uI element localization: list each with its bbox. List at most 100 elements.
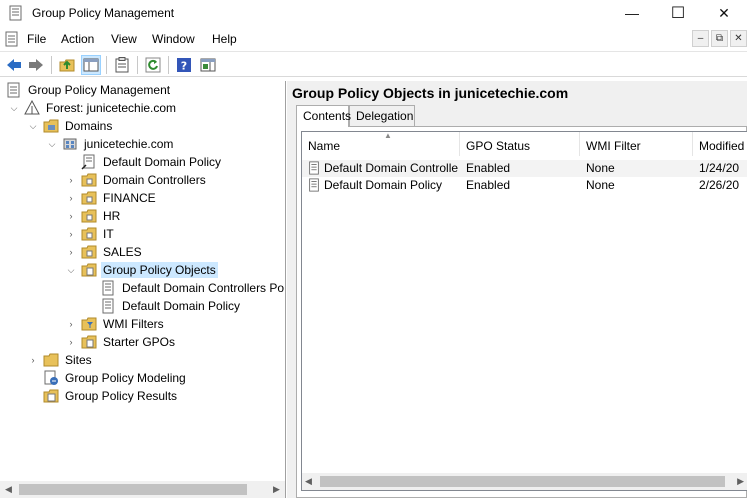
ou-folder-icon xyxy=(81,191,97,205)
tree-node-wmi-filters[interactable]: › WMI Filters xyxy=(65,315,166,333)
window-title: Group Policy Management xyxy=(32,6,175,20)
tree-node-gpo-default-domain-policy[interactable]: Default Domain Policy xyxy=(100,297,242,315)
tree-node-sites[interactable]: › Sites xyxy=(27,351,94,369)
expand-chevron-icon[interactable]: › xyxy=(65,336,77,348)
menu-view[interactable]: View xyxy=(111,32,137,46)
mdi-restore-button[interactable]: ⧉ xyxy=(711,30,728,47)
mdi-controls: – ⧉ ✕ xyxy=(690,30,747,48)
expand-chevron-icon[interactable]: › xyxy=(65,228,77,240)
tree-scroll-thumb[interactable] xyxy=(19,484,247,495)
tree-node-modeling[interactable]: Group Policy Modeling xyxy=(43,369,188,387)
list-scroll-thumb[interactable] xyxy=(320,476,725,487)
column-header-modified[interactable]: Modified xyxy=(693,132,747,156)
up-one-level-button[interactable] xyxy=(57,55,77,75)
tree-label-forest: Forest: junicetechie.com xyxy=(46,101,177,115)
tree-horizontal-scrollbar[interactable]: ◀ ▶ xyxy=(0,481,285,498)
close-button[interactable]: ✕ xyxy=(701,0,747,26)
tree-node-hr[interactable]: › HR xyxy=(65,207,122,225)
forest-icon xyxy=(24,100,40,115)
tree-node-sales[interactable]: › SALES xyxy=(65,243,144,261)
tree-label-starter-gpos: Starter GPOs xyxy=(103,335,176,349)
expand-chevron-icon[interactable]: › xyxy=(65,210,77,222)
gpo-icon xyxy=(102,280,114,296)
domains-folder-icon xyxy=(43,119,59,133)
tree-node-starter-gpos[interactable]: › Starter GPOs xyxy=(65,333,177,351)
tree-node-results[interactable]: Group Policy Results xyxy=(43,387,179,405)
back-icon xyxy=(7,59,21,71)
tree-node-group-policy-objects[interactable]: ⌵ Group Policy Objects xyxy=(65,261,218,279)
results-pane-title: Group Policy Objects in junicetechie.com xyxy=(292,85,569,101)
column-header-gpo-status[interactable]: GPO Status xyxy=(460,132,580,156)
list-horizontal-scrollbar[interactable]: ◀ ▶ xyxy=(302,473,747,490)
tree-node-forest[interactable]: ⌵ Forest: junicetechie.com xyxy=(8,99,178,117)
help-button[interactable]: ? xyxy=(174,55,194,75)
table-row[interactable]: Default Domain Policy Enabled None 2/26/… xyxy=(302,177,747,194)
domain-icon xyxy=(63,138,77,150)
show-hide-console-tree-button[interactable] xyxy=(81,55,101,75)
gpo-container-folder-icon xyxy=(81,263,97,277)
collapse-chevron-icon[interactable]: ⌵ xyxy=(46,138,58,150)
tree-node-domain-controllers[interactable]: › Domain Controllers xyxy=(65,171,208,189)
tree-node-it[interactable]: › IT xyxy=(65,225,116,243)
tab-contents[interactable]: Contents xyxy=(296,105,351,127)
tree-label-sites: Sites xyxy=(65,353,92,367)
expand-chevron-icon[interactable]: › xyxy=(65,246,77,258)
wmi-filter-folder-icon xyxy=(81,317,97,331)
tab-contents-panel: ▲ Name GPO Status WMI Filter Modified De… xyxy=(296,126,747,498)
tree-label-wmi-filters: WMI Filters xyxy=(103,317,164,331)
expand-chevron-icon[interactable]: › xyxy=(65,192,77,204)
gpo-list[interactable]: ▲ Name GPO Status WMI Filter Modified De… xyxy=(301,131,747,491)
tree-node-finance[interactable]: › FINANCE xyxy=(65,189,158,207)
row-status-cell: Enabled xyxy=(466,161,511,175)
sites-folder-icon xyxy=(43,353,59,367)
menu-file[interactable]: File xyxy=(27,32,46,46)
ou-folder-icon xyxy=(81,173,97,187)
collapse-chevron-icon[interactable]: ⌵ xyxy=(27,120,39,132)
menu-action[interactable]: Action xyxy=(61,32,94,46)
gpmc-window: Group Policy Management — ☐ ✕ File Actio… xyxy=(0,0,747,498)
tree-node-domain[interactable]: ⌵ junicetechie.com xyxy=(46,135,175,153)
menu-help[interactable]: Help xyxy=(212,32,237,46)
column-header-wmi-filter[interactable]: WMI Filter xyxy=(580,132,693,156)
back-button[interactable] xyxy=(4,55,24,75)
forward-button[interactable] xyxy=(26,55,46,75)
gpo-icon xyxy=(102,298,114,314)
toolbar: ? xyxy=(0,51,747,77)
tree-node-gpo-default-domain-controllers[interactable]: Default Domain Controllers Po xyxy=(100,279,285,297)
console-tree[interactable]: Group Policy Management ⌵ Forest: junice… xyxy=(0,81,286,498)
tree-node-root[interactable]: Group Policy Management xyxy=(6,81,172,99)
scroll-left-arrow-icon[interactable]: ◀ xyxy=(0,481,17,498)
ou-folder-icon xyxy=(81,245,97,259)
scroll-left-arrow-icon[interactable]: ◀ xyxy=(305,476,312,487)
tree-node-domains[interactable]: ⌵ Domains xyxy=(27,117,114,135)
menu-window[interactable]: Window xyxy=(152,32,195,46)
mdi-close-button[interactable]: ✕ xyxy=(730,30,747,47)
tree-label-default-domain-policy: Default Domain Policy xyxy=(103,155,222,169)
collapse-chevron-icon[interactable]: ⌵ xyxy=(8,102,20,114)
system-menu-icon[interactable] xyxy=(4,31,20,47)
tab-delegation[interactable]: Delegation xyxy=(349,105,415,126)
tree-label-domains: Domains xyxy=(65,119,113,133)
maximize-button[interactable]: ☐ xyxy=(655,0,701,26)
scroll-right-arrow-icon[interactable]: ▶ xyxy=(737,476,744,487)
table-row[interactable]: Default Domain Controller... Enabled Non… xyxy=(302,160,747,177)
tree-label-domain: junicetechie.com xyxy=(84,137,174,151)
refresh-button[interactable] xyxy=(143,55,163,75)
row-modified-cell: 2/26/20 xyxy=(699,178,740,192)
row-wmi-cell: None xyxy=(586,178,615,192)
refresh-icon xyxy=(145,57,161,73)
expand-chevron-icon[interactable]: › xyxy=(65,174,77,186)
tree-label-domain-controllers: Domain Controllers xyxy=(103,173,206,187)
tree-label-modeling: Group Policy Modeling xyxy=(65,371,186,385)
minimize-button[interactable]: — xyxy=(609,0,655,26)
tree-node-default-domain-policy-link[interactable]: Default Domain Policy xyxy=(81,153,223,171)
show-hide-action-pane-button[interactable] xyxy=(198,55,218,75)
expand-chevron-icon[interactable]: › xyxy=(27,354,39,366)
mdi-minimize-button[interactable]: – xyxy=(692,30,709,47)
expand-chevron-icon[interactable]: › xyxy=(65,318,77,330)
properties-button[interactable] xyxy=(112,55,132,75)
scroll-right-arrow-icon[interactable]: ▶ xyxy=(268,481,285,498)
collapse-chevron-icon[interactable]: ⌵ xyxy=(65,264,77,276)
column-header-name[interactable]: Name xyxy=(302,132,460,156)
starter-gpo-folder-icon xyxy=(81,335,97,349)
